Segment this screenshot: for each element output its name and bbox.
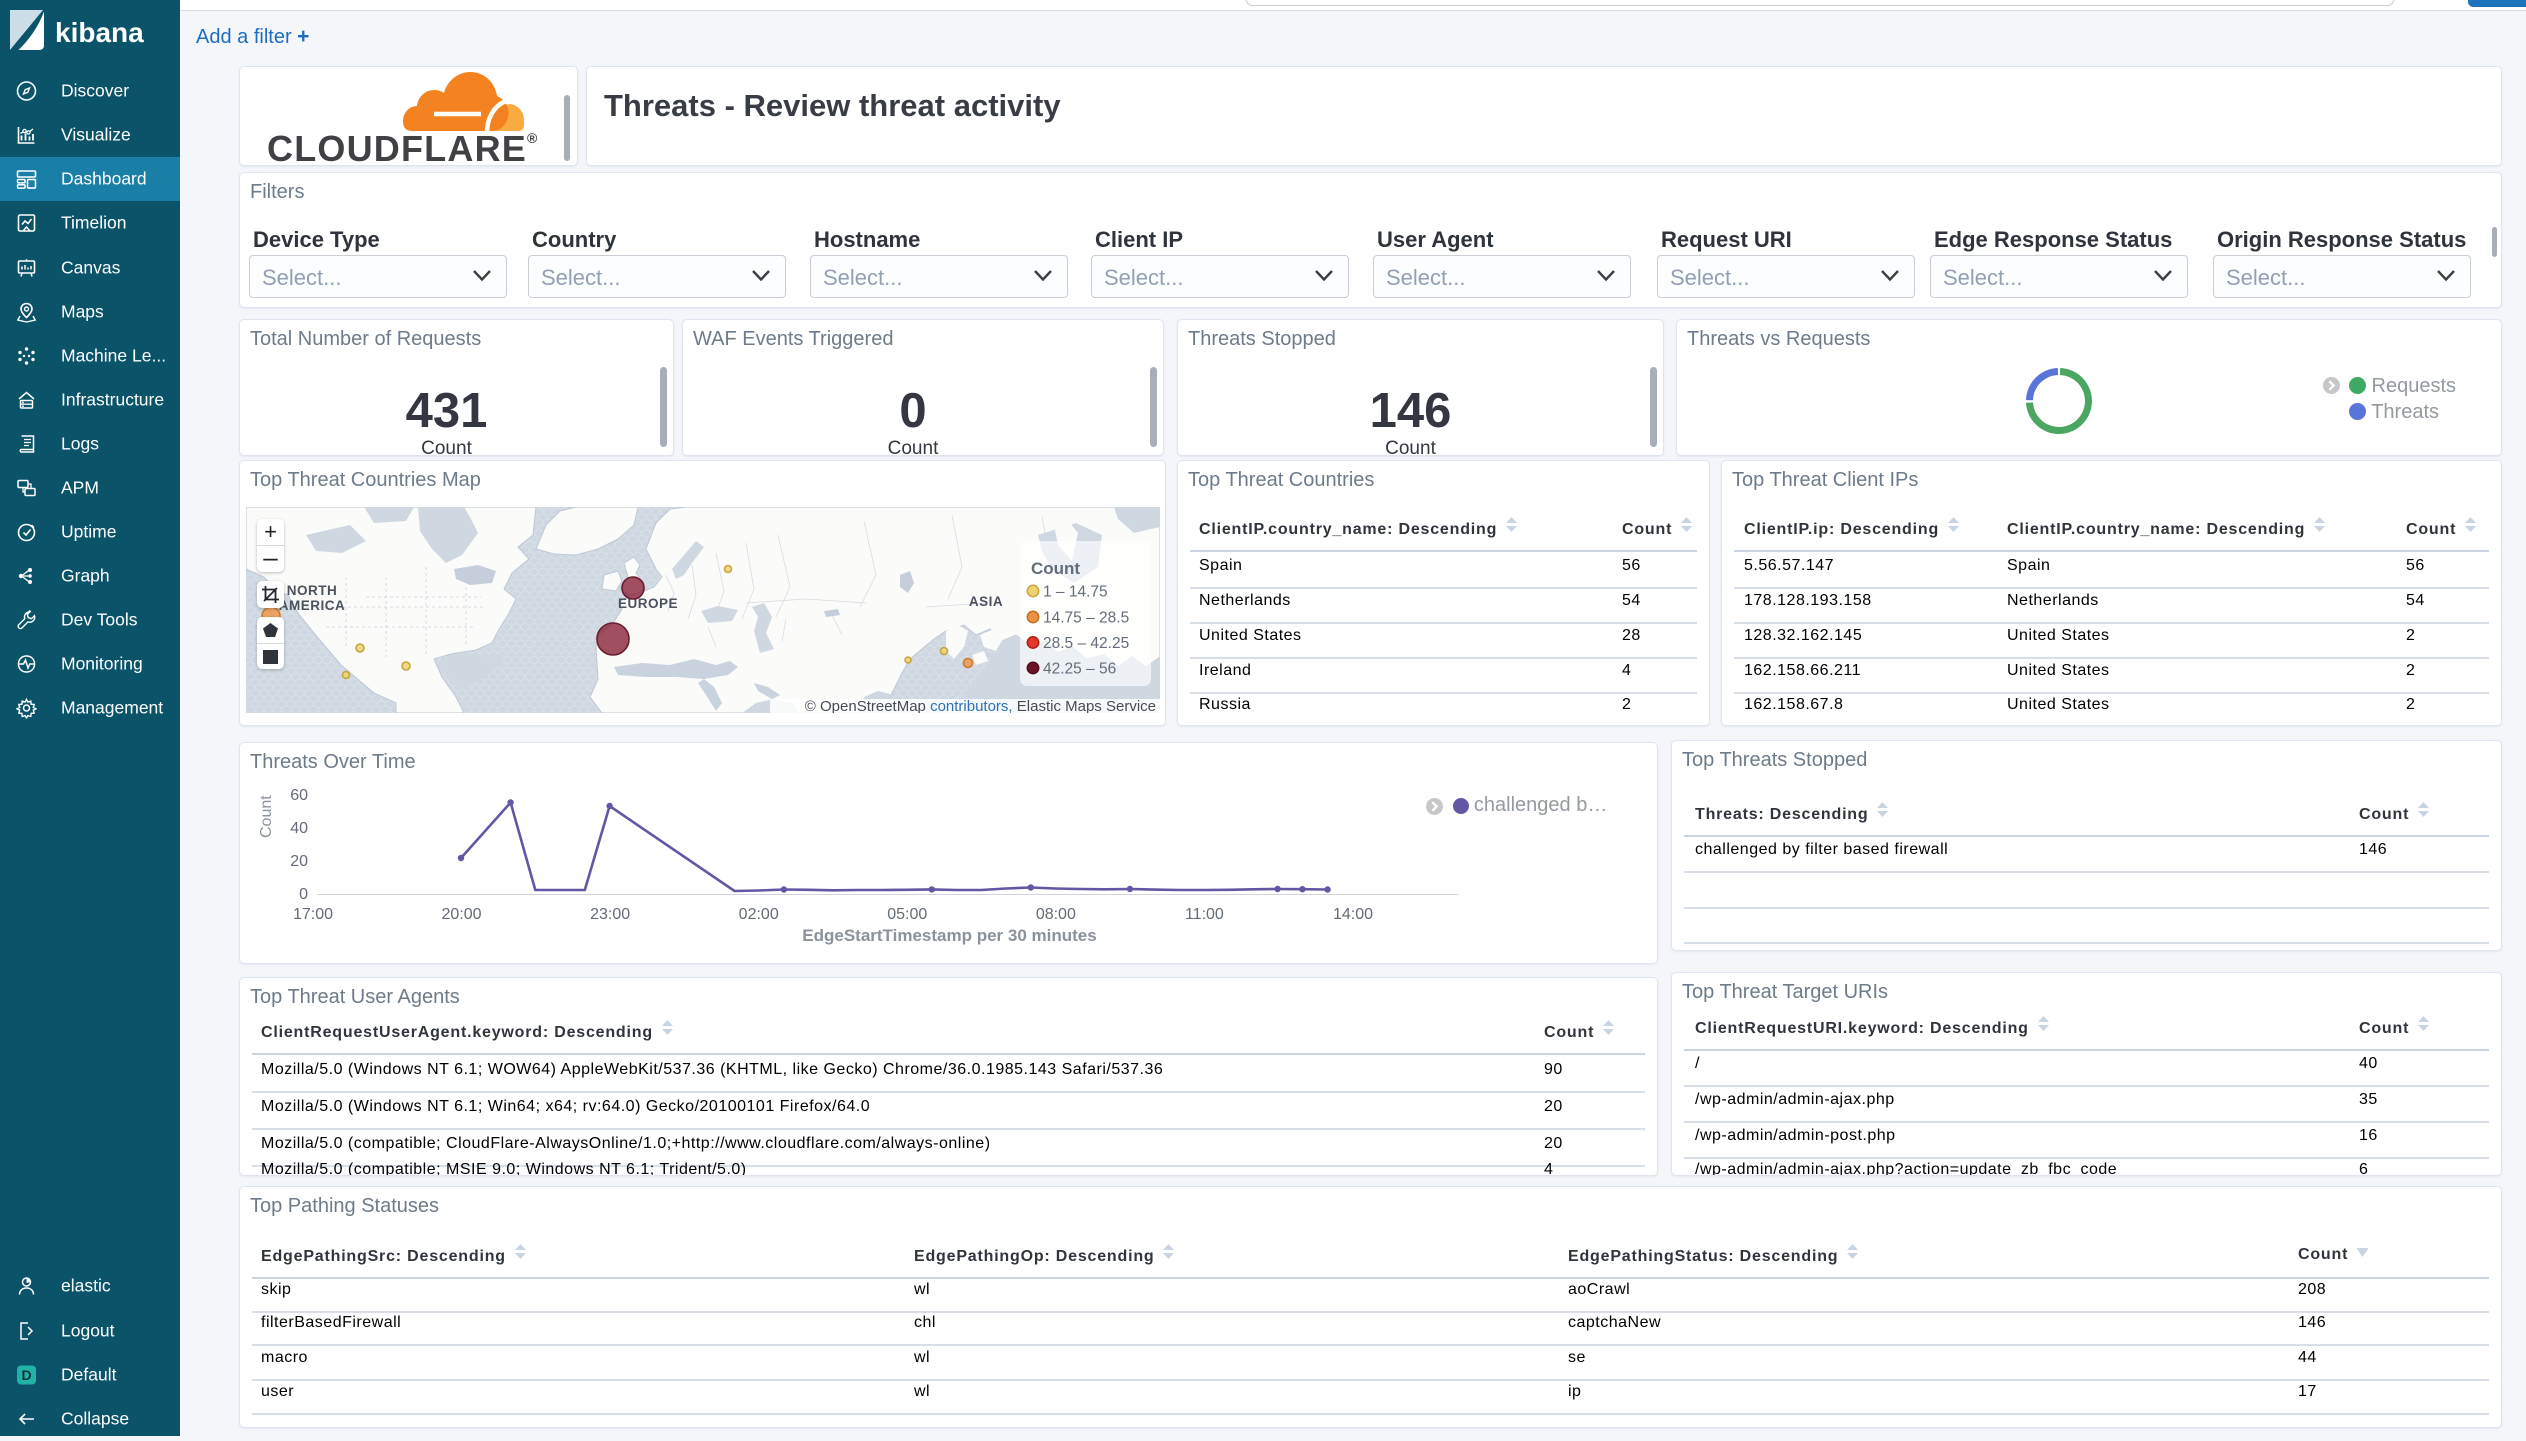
- svg-text:1 – 14.75: 1 – 14.75: [1043, 584, 1108, 601]
- svg-text:28.5 – 42.25: 28.5 – 42.25: [1043, 635, 1129, 652]
- svg-text:EUROPE: EUROPE: [618, 596, 678, 611]
- svg-text:42.25 – 56: 42.25 – 56: [1043, 661, 1116, 678]
- svg-text:© OpenStreetMap contributors,: © OpenStreetMap contributors, Elastic Ma…: [805, 698, 1156, 713]
- svg-text:Count: Count: [1031, 559, 1080, 578]
- svg-text:ASIA: ASIA: [969, 594, 1003, 609]
- svg-text:14.75 – 28.5: 14.75 – 28.5: [1043, 610, 1129, 627]
- svg-text:NORTH: NORTH: [287, 583, 338, 598]
- svg-text:D: D: [21, 1367, 31, 1383]
- svg-text:AMERICA: AMERICA: [279, 598, 346, 613]
